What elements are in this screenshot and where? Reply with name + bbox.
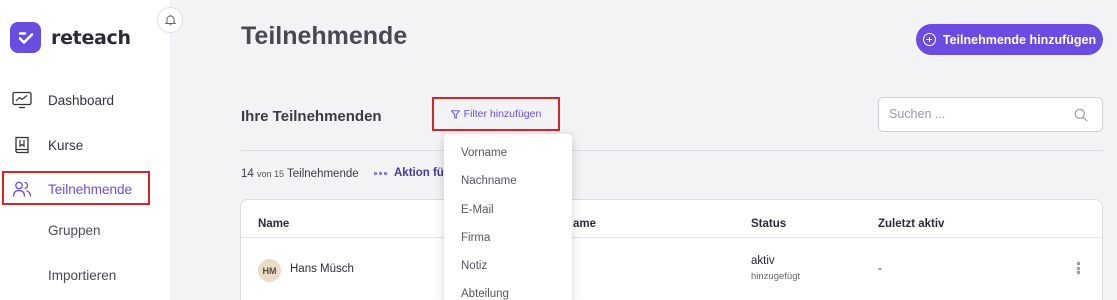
- reteach-logo-icon: [10, 22, 41, 53]
- search-icon[interactable]: [1074, 108, 1088, 122]
- sidebar-item-dashboard[interactable]: Dashboard: [0, 83, 170, 117]
- status-subtext: hinzugefügt: [751, 271, 801, 282]
- avatar: HM: [258, 259, 281, 282]
- filter-option-notiz[interactable]: Notiz: [461, 260, 487, 272]
- filter-dropdown-menu: Vorname Nachname E-Mail Firma Notiz Abte…: [444, 134, 572, 300]
- count-label: Teilnehmende: [287, 168, 359, 180]
- brand-logo[interactable]: reteach: [10, 22, 131, 53]
- bulk-action-link[interactable]: Aktion fü: [374, 167, 444, 179]
- row-more-menu-icon[interactable]: [1077, 262, 1080, 274]
- sidebar: reteach Dashboard Kurse Teilnehmende Gru…: [0, 0, 170, 300]
- last-active-value: -: [878, 263, 882, 275]
- filter-option-vorname[interactable]: Vorname: [461, 147, 507, 159]
- add-participants-label: Teilnehmende hinzufügen: [942, 32, 1097, 47]
- more-dots-icon: [374, 171, 387, 175]
- participants-table: Name ame Status Zuletzt aktiv HM Hans Mü…: [240, 199, 1103, 300]
- header-divider: [241, 237, 1102, 238]
- sidebar-item-label: Dashboard: [48, 92, 115, 108]
- sidebar-item-label: Gruppen: [48, 222, 101, 238]
- filter-funnel-icon: [450, 109, 460, 119]
- filter-option-abteilung[interactable]: Abteilung: [461, 288, 509, 300]
- sidebar-item-kurse[interactable]: Kurse: [0, 128, 170, 162]
- column-header-last-active[interactable]: Zuletzt aktiv: [878, 218, 944, 230]
- column-header-second-name[interactable]: ame: [573, 218, 596, 230]
- search-field[interactable]: [878, 97, 1103, 132]
- sidebar-item-label: Importieren: [48, 267, 117, 283]
- add-participants-button[interactable]: Teilnehmende hinzufügen: [916, 24, 1103, 55]
- sidebar-item-gruppen[interactable]: Gruppen: [0, 213, 170, 247]
- filter-option-nachname[interactable]: Nachname: [461, 175, 517, 187]
- status-value: aktiv: [751, 255, 775, 267]
- section-divider: [241, 150, 1103, 151]
- add-filter-button[interactable]: Filter hinzufügen: [432, 97, 560, 131]
- search-input[interactable]: [889, 107, 1059, 121]
- notifications-bell-button[interactable]: [157, 7, 183, 33]
- filter-option-firma[interactable]: Firma: [461, 232, 490, 244]
- page-title: Teilnehmende: [241, 22, 408, 50]
- count-shown: 14: [241, 168, 254, 180]
- active-item-highlight: [2, 171, 150, 205]
- plus-circle-icon: [922, 33, 936, 46]
- column-header-name[interactable]: Name: [258, 218, 289, 230]
- section-title: Ihre Teilnehmenden: [241, 108, 382, 125]
- bulk-action-label: Aktion fü: [394, 167, 444, 179]
- participant-count: 14 von 15 Teilnehmende: [241, 168, 359, 180]
- filter-option-email[interactable]: E-Mail: [461, 204, 494, 216]
- count-total: von 15: [257, 169, 285, 179]
- sidebar-item-importieren[interactable]: Importieren: [0, 258, 170, 292]
- brand-name: reteach: [51, 26, 131, 49]
- book-icon: [15, 136, 29, 154]
- bell-icon: [164, 15, 176, 26]
- column-header-status[interactable]: Status: [751, 218, 786, 230]
- sidebar-item-label: Kurse: [48, 137, 84, 153]
- dashboard-monitor-icon: [12, 91, 32, 109]
- add-filter-label: Filter hinzufügen: [463, 108, 542, 120]
- participant-name[interactable]: Hans Müsch: [290, 263, 354, 275]
